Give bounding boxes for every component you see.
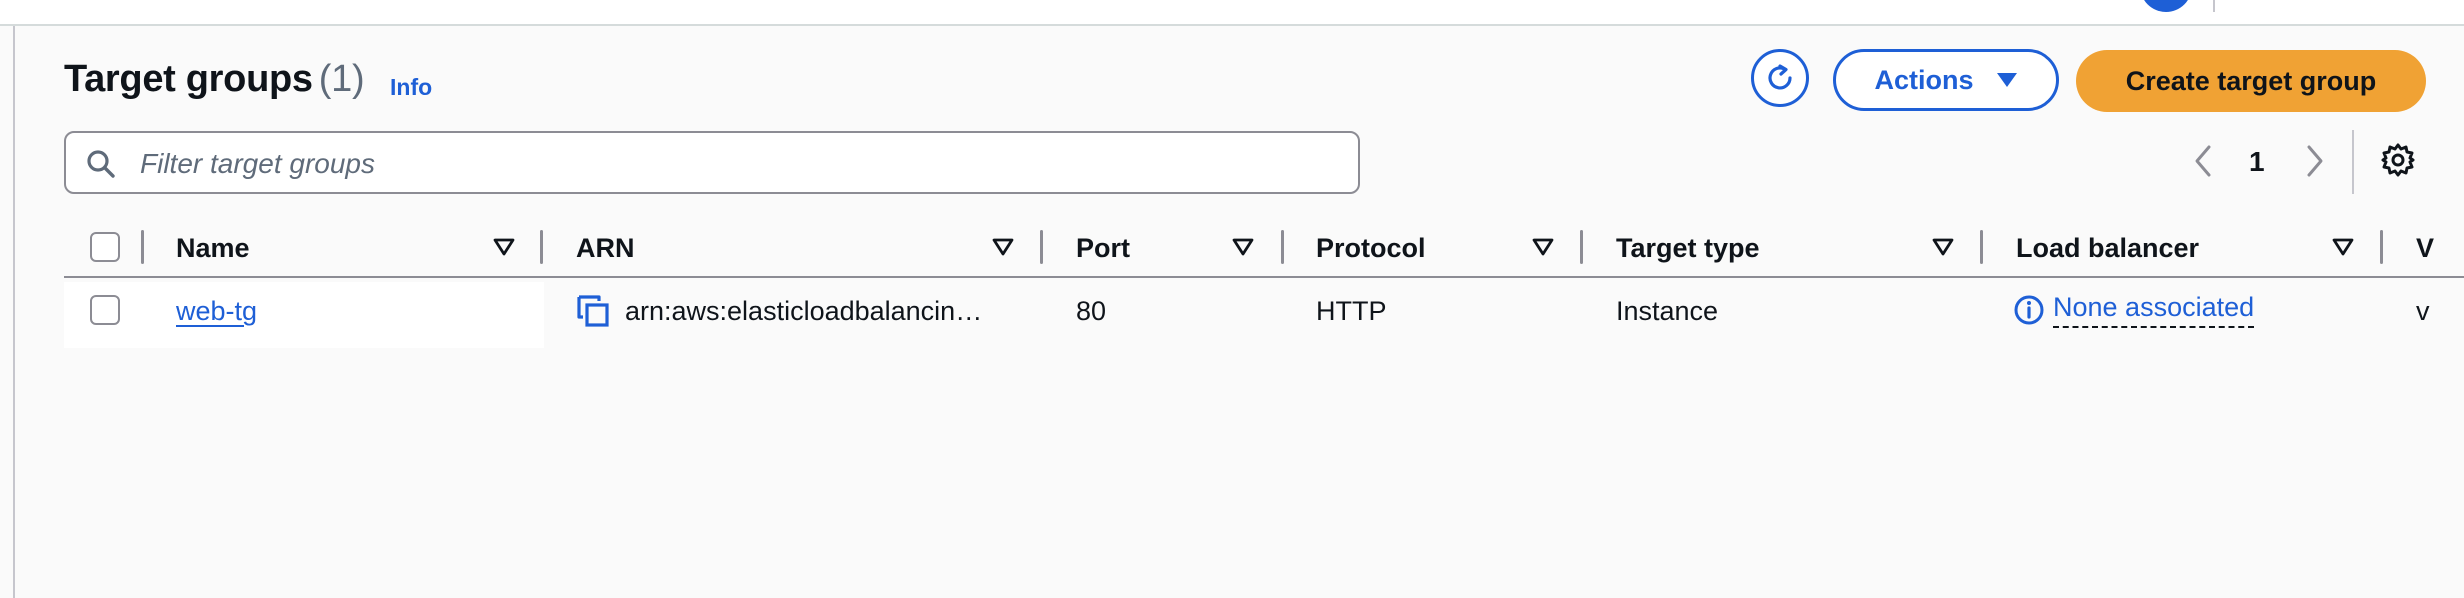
page-title-text: Target groups — [64, 58, 313, 100]
column-header-truncated[interactable]: V — [2416, 233, 2434, 264]
gear-icon — [2381, 143, 2415, 177]
column-header-target-type[interactable]: Target type — [1616, 233, 1760, 264]
left-panel-divider — [13, 26, 15, 598]
sort-down-icon[interactable] — [991, 237, 1015, 257]
chevron-right-icon — [2307, 145, 2323, 177]
next-page-button[interactable] — [2305, 144, 2325, 183]
page-title: Target groups (1) — [64, 58, 365, 101]
actions-button[interactable]: Actions — [1833, 49, 2059, 111]
load-balancer-value: None associated — [2053, 292, 2255, 328]
search-icon — [87, 150, 115, 178]
caret-down-icon — [1996, 73, 2017, 87]
filter-field[interactable] — [64, 131, 1360, 194]
column-resizer[interactable] — [1281, 230, 1284, 264]
column-header-protocol[interactable]: Protocol — [1316, 233, 1426, 264]
arn-value: arn:aws:elasticloadbalancin… — [625, 296, 983, 326]
filter-input[interactable] — [138, 141, 1342, 187]
sort-down-icon[interactable] — [1931, 237, 1955, 257]
user-avatar[interactable] — [2140, 0, 2192, 12]
actions-button-label: Actions — [1874, 64, 1974, 95]
top-navigation-bar — [0, 0, 2464, 26]
target-group-name-link[interactable]: web-tg — [176, 296, 257, 326]
protocol-value: HTTP — [1316, 296, 1387, 326]
port-value: 80 — [1076, 296, 1107, 326]
table-row: web-tg — [176, 296, 257, 327]
column-header-load-balancer[interactable]: Load balancer — [2016, 233, 2199, 264]
sort-down-icon[interactable] — [2331, 237, 2355, 257]
page-number-1[interactable]: 1 — [2249, 146, 2265, 178]
row-select-checkbox[interactable] — [90, 295, 120, 325]
column-resizer[interactable] — [1040, 230, 1043, 264]
column-header-port[interactable]: Port — [1076, 233, 1130, 264]
preferences-button[interactable] — [2380, 142, 2416, 183]
name-cell — [64, 282, 544, 348]
create-target-group-button[interactable]: Create target group — [2076, 50, 2426, 112]
info-link[interactable]: Info — [390, 74, 432, 101]
column-resizer[interactable] — [1980, 230, 1983, 264]
top-divider — [2213, 0, 2215, 12]
info-icon — [2014, 295, 2044, 325]
copy-icon[interactable] — [575, 293, 611, 329]
column-resizer[interactable] — [1580, 230, 1583, 264]
column-separator — [141, 230, 144, 264]
column-header-arn[interactable]: ARN — [576, 233, 635, 264]
chevron-left-icon — [2195, 145, 2211, 177]
refresh-button[interactable] — [1751, 49, 1809, 107]
target-type-value: Instance — [1616, 296, 1719, 326]
column-resizer[interactable] — [2380, 230, 2383, 264]
sort-down-icon[interactable] — [1531, 237, 1555, 257]
previous-page-button[interactable] — [2193, 144, 2213, 183]
column-resizer[interactable] — [540, 230, 543, 264]
refresh-icon — [1768, 64, 1792, 90]
truncated-column-value: v — [2416, 296, 2430, 326]
target-group-count: (1) — [318, 58, 365, 100]
column-header-name[interactable]: Name — [176, 233, 250, 264]
sort-down-icon[interactable] — [492, 237, 516, 257]
select-all-checkbox[interactable] — [90, 232, 120, 262]
sort-down-icon[interactable] — [1231, 237, 1255, 257]
load-balancer-popover-trigger[interactable]: None associated — [2013, 292, 2255, 328]
table-header-divider — [64, 276, 2464, 278]
pagination-divider — [2352, 130, 2354, 194]
